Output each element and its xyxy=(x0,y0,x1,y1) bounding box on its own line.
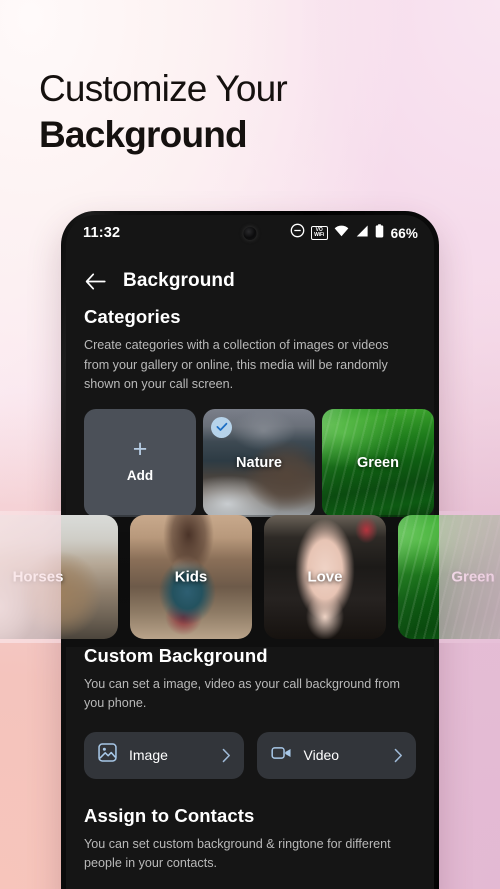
featured-card-love[interactable]: Love xyxy=(264,515,386,639)
assign-to-contacts-description: You can set custom background & ringtone… xyxy=(84,836,391,871)
custom-background-title: Custom Background xyxy=(84,644,268,666)
cellular-signal-icon xyxy=(355,224,369,242)
vowifi-icon: VO WiFi xyxy=(310,226,328,240)
app-bar: Background xyxy=(84,256,416,306)
categories-card-row[interactable]: + Add Nature Green xyxy=(84,408,434,517)
featured-card-label: Horses xyxy=(12,568,64,586)
custom-background-buttons: Image Video xyxy=(84,731,416,779)
arrow-left-icon[interactable] xyxy=(84,270,106,292)
battery-icon xyxy=(375,223,384,243)
custom-background-section: Custom Background You can set a image, v… xyxy=(84,645,416,779)
image-picker-label: Image xyxy=(129,747,168,763)
video-picker-label: Video xyxy=(303,747,340,763)
video-picker-button[interactable]: Video xyxy=(256,731,416,779)
headline-line-1: Customize Your xyxy=(39,68,288,109)
featured-card-label: Love xyxy=(307,568,343,586)
featured-card-label: Green xyxy=(451,568,495,586)
categories-section: Categories Create categories with a coll… xyxy=(84,306,434,517)
wifi-icon xyxy=(334,224,349,242)
category-label: Green xyxy=(357,454,399,471)
category-label: Add xyxy=(126,468,154,483)
promo-screenshot: Customize Your Background 11:32 VO WiFi … xyxy=(0,0,500,889)
status-bar-icons: VO WiFi 66% xyxy=(290,223,418,243)
chevron-right-icon xyxy=(222,748,231,763)
headline-line-2: Background xyxy=(39,114,248,155)
chevron-right-icon xyxy=(394,748,403,763)
featured-card-horses[interactable]: Horses xyxy=(0,515,118,639)
categories-description: Create categories with a collection of i… xyxy=(84,338,389,391)
video-camera-icon xyxy=(270,745,292,766)
vowifi-bottom-text: WiFi xyxy=(314,232,325,238)
image-picker-button[interactable]: Image xyxy=(84,731,244,779)
custom-background-description: You can set a image, video as your call … xyxy=(84,676,400,711)
assign-to-contacts-title: Assign to Contacts xyxy=(84,804,255,826)
category-card-nature[interactable]: Nature xyxy=(203,408,315,517)
promo-headline: Customize Your Background xyxy=(39,66,459,158)
featured-category-strip: Horses Kids Love Green xyxy=(0,511,500,643)
dnd-icon xyxy=(290,223,305,243)
categories-title: Categories xyxy=(84,306,181,327)
plus-icon: + xyxy=(132,435,148,463)
check-circle-icon xyxy=(211,416,232,438)
featured-card-green[interactable]: Green xyxy=(398,515,500,639)
assign-to-contacts-section: Assign to Contacts You can set custom ba… xyxy=(84,805,416,874)
status-bar: 11:32 VO WiFi 66% xyxy=(66,215,434,251)
featured-card-label: Kids xyxy=(174,568,208,586)
category-card-green[interactable]: Green xyxy=(322,408,434,517)
category-card-add[interactable]: + Add xyxy=(84,408,196,517)
featured-card-kids[interactable]: Kids xyxy=(130,515,252,639)
front-camera-punch-hole xyxy=(243,227,257,240)
photo-icon xyxy=(98,743,117,767)
page-title: Background xyxy=(123,270,235,291)
status-bar-clock: 11:32 xyxy=(83,225,121,241)
category-label: Nature xyxy=(236,454,282,471)
battery-percentage: 66% xyxy=(390,225,418,241)
